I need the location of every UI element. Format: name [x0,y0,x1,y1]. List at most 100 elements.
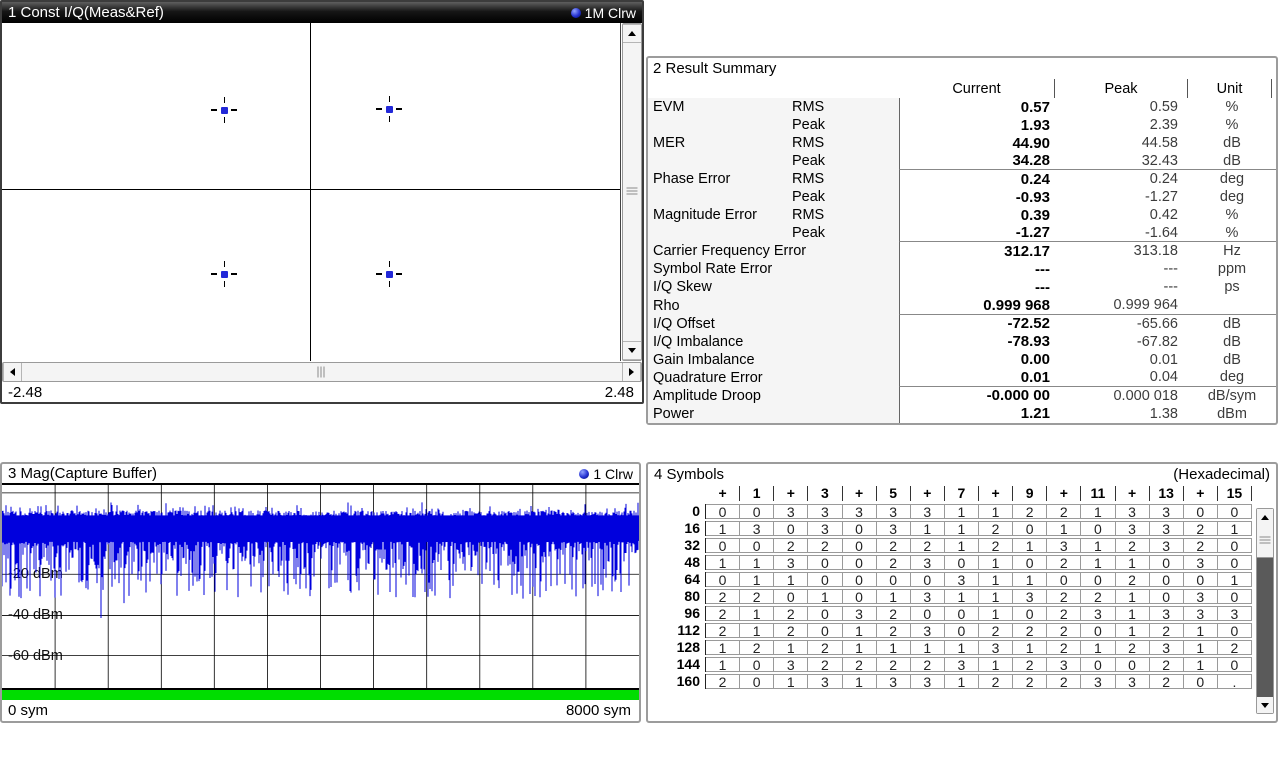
result-row-label: Power [648,405,792,423]
x-max-label: 2.48 [605,384,634,401]
symbol-cell: 2 [808,640,842,655]
symbol-expand-header[interactable]: + [1184,486,1218,501]
result-peak-value: -65.66 [1055,316,1188,332]
result-current-value: 0.24 [900,171,1055,188]
symbol-cell: 1 [1116,589,1150,604]
symbol-expand-header[interactable]: + [1047,486,1081,501]
symbols-table: +1+3+5+7+9+11+13+15000333331122133001613… [650,484,1252,689]
result-row-sublabel: Peak [792,224,899,242]
result-row: Peak34.2832.43dB [648,152,1276,170]
result-row-sublabel [792,405,899,423]
result-unit-value: % [1188,207,1276,223]
crosshair-top [389,261,391,267]
result-row-values: 0.390.42% [899,206,1276,224]
crosshair-top [224,261,226,267]
symbol-cell: 1 [774,640,808,655]
const-x-axis: -2.48 2.48 [2,383,642,402]
symbol-cell: 0 [843,555,877,570]
crosshair-right [231,273,237,275]
symbol-cell: 3 [843,504,877,519]
symbol-expand-header[interactable]: + [774,486,808,501]
crosshair-bottom [224,281,226,287]
result-row-label: I/Q Skew [648,278,792,296]
symbol-cell: 2 [1150,674,1184,689]
symbol-cell: 0 [843,538,877,553]
result-peak-value: --- [1055,261,1188,277]
symbols-scroll-thumb[interactable] [1257,525,1273,558]
symbol-cell: 3 [1150,521,1184,536]
result-title-bar[interactable]: 2 Result Summary [648,58,1276,79]
symbol-cell: 2 [706,674,740,689]
symbol-cell: 3 [1013,589,1047,604]
scroll-up-button[interactable] [623,24,641,43]
result-row-sublabel [792,278,899,296]
symbol-cell: 1 [1081,538,1115,553]
vertical-scroll-thumb[interactable] [623,43,641,341]
symbols-scrollbar[interactable] [1256,508,1274,714]
symbol-expand-header[interactable]: + [1116,486,1150,501]
result-row-values: 0.999 9680.999 964 [899,297,1276,315]
const-vertical-scrollbar[interactable] [622,23,642,361]
symbol-cell: 0 [911,606,945,621]
symbols-panel: 4 Symbols (Hexadecimal) +1+3+5+7+9+11+13… [646,462,1278,723]
symbol-col-header: 1 [740,486,774,501]
crosshair-right [396,273,402,275]
result-peak-value: -1.27 [1055,189,1188,205]
symbol-cell: 1 [1218,521,1252,536]
symbol-cell: 1 [979,504,1013,519]
result-row-sublabel [792,333,899,351]
symbol-cell: 1 [706,657,740,672]
symbol-cell: 0 [1150,572,1184,587]
symbol-cell: 1 [1013,538,1047,553]
symbol-cell: 1 [740,555,774,570]
symbol-cell: 0 [1184,674,1218,689]
scroll-up-button[interactable] [1257,509,1273,525]
result-row: Amplitude Droop-0.000 000.000 018dB/sym [648,387,1276,405]
symbol-expand-header[interactable]: + [911,486,945,501]
result-row-values: -78.93-67.82dB [899,333,1276,351]
symbol-cell: 3 [1150,640,1184,655]
symbol-cell: 1 [843,623,877,638]
symbol-cell: 3 [1047,657,1081,672]
symbol-cell: 0 [1047,572,1081,587]
mag-panel-title: 3 Mag(Capture Buffer) [8,465,157,482]
scrollbar-track[interactable] [1257,558,1273,697]
const-plot-area[interactable] [2,23,621,361]
symbol-cell: 3 [808,521,842,536]
symbol-cell: 0 [1013,606,1047,621]
result-peak-value: -1.64 [1055,225,1188,241]
mag-x-axis: 0 sym 8000 sym [2,700,639,720]
mag-title-bar[interactable]: 3 Mag(Capture Buffer) 1 Clrw [2,464,639,483]
trace-dot-icon [579,469,589,479]
symbol-cell: 0 [740,504,774,519]
hex-format-label: (Hexadecimal) [1173,466,1270,483]
mag-trace-legend[interactable]: 1 Clrw [579,466,633,482]
scroll-down-button[interactable] [1257,697,1273,713]
symbol-cell: 1 [877,640,911,655]
horizontal-scroll-thumb[interactable] [22,363,622,381]
const-trace-legend[interactable]: 1M Clrw [571,5,636,21]
result-current-value: -78.93 [900,333,1055,350]
scroll-right-button[interactable] [622,363,641,381]
symbol-expand-header[interactable]: + [706,486,740,501]
symbol-expand-header[interactable]: + [979,486,1013,501]
const-title-bar[interactable]: 1 Const I/Q(Meas&Ref) 1M Clrw [2,2,642,23]
symbol-cell: 0 [911,572,945,587]
mag-plot-area[interactable]: -20 dBm -40 dBm -60 dBm [2,483,639,690]
symbol-expand-header[interactable]: + [843,486,877,501]
result-unit-value: dB [1188,135,1276,151]
crosshair-bottom [389,116,391,122]
scroll-down-button[interactable] [623,341,641,360]
result-row: Gain Imbalance0.000.01dB [648,351,1276,369]
result-row-label: Symbol Rate Error [648,260,792,278]
symbols-title-bar[interactable]: 4 Symbols (Hexadecimal) [648,464,1276,484]
scroll-left-button[interactable] [3,363,22,381]
symbol-cell: 3 [774,504,808,519]
result-row-values: ------ps [899,278,1276,296]
symbol-cell: 0 [808,572,842,587]
const-horizontal-scrollbar[interactable] [2,362,642,382]
symbol-cell: 1 [979,657,1013,672]
result-unit-value: dB [1188,153,1276,169]
symbol-cell: 2 [979,538,1013,553]
symbol-row: 161303031120103321 [650,521,1252,536]
